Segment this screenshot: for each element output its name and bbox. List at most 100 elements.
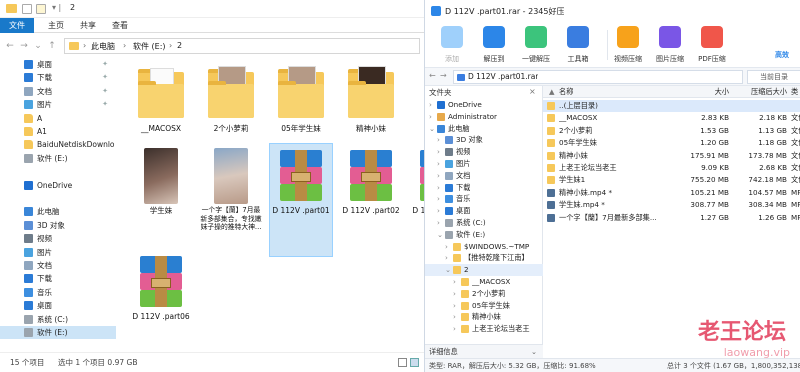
pin-icon[interactable]: ✦ xyxy=(102,71,108,84)
toolbar-button[interactable]: 视频压缩 xyxy=(607,24,649,66)
large-icons-view-icon[interactable] xyxy=(410,358,419,367)
expand-arrow-icon[interactable]: › xyxy=(429,99,432,111)
table-row[interactable]: ..(上层目录) xyxy=(543,100,800,113)
nav-item[interactable]: 视频 xyxy=(0,232,116,245)
breadcrumb-this-pc[interactable]: 此电脑 xyxy=(91,41,115,52)
nav-item[interactable]: 文档 ✦ xyxy=(0,85,116,98)
expand-arrow-icon[interactable]: › xyxy=(437,158,440,170)
expand-arrow-icon[interactable]: › xyxy=(453,300,456,312)
expand-arrow-icon[interactable]: ⌄ xyxy=(437,229,443,241)
forward-arrow-icon[interactable]: → xyxy=(18,40,30,52)
tab-share[interactable]: 共享 xyxy=(76,18,100,33)
nav-item[interactable]: 桌面 ✦ xyxy=(0,58,116,71)
recent-dropdown-icon[interactable]: ⌄ xyxy=(32,40,44,52)
expand-arrow-icon[interactable]: › xyxy=(437,193,440,205)
file-item[interactable]: 一个字【蘭】7月最新多部集合，专找嫩妹子操的推特大神... xyxy=(200,144,262,256)
file-item[interactable]: D 112V .part01 xyxy=(269,143,333,257)
back-arrow-icon[interactable]: ← xyxy=(4,40,16,52)
nav-item[interactable]: 下载 ✦ xyxy=(0,71,116,84)
nav-item[interactable]: 软件 (E:) xyxy=(0,326,116,339)
new-folder-quick-icon[interactable] xyxy=(36,4,46,14)
pin-icon[interactable]: ✦ xyxy=(102,98,108,111)
tree-item[interactable]: › $WINDOWS.~TMP xyxy=(425,241,543,253)
toolbar-button[interactable]: 图片压缩 xyxy=(649,24,691,66)
back-arrow-icon[interactable]: ← xyxy=(429,71,436,80)
tree-item[interactable]: › 视频 xyxy=(425,146,543,158)
toolbar-button[interactable]: 添加 xyxy=(431,24,473,66)
expand-arrow-icon[interactable]: › xyxy=(445,252,448,264)
column-type[interactable]: 类 xyxy=(791,86,798,98)
tab-file[interactable]: 文件 xyxy=(0,18,34,33)
tree-item[interactable]: › 05年学生妹 xyxy=(425,300,543,312)
nav-item[interactable]: 图片 ✦ xyxy=(0,98,116,111)
tree-item[interactable]: › 2个小萝莉 xyxy=(425,288,543,300)
expand-arrow-icon[interactable]: › xyxy=(453,323,456,335)
breadcrumb-current[interactable]: 2 xyxy=(177,41,182,50)
nav-item[interactable]: OneDrive xyxy=(0,179,116,192)
nav-item[interactable]: 音乐 xyxy=(0,286,116,299)
tree-item[interactable]: › 精神小妹 xyxy=(425,311,543,323)
table-row[interactable]: 一个字【蘭】7月最新多部集... 1.27 GB 1.26 GB MP4 xyxy=(543,212,800,224)
tree-item[interactable]: › OneDrive xyxy=(425,99,543,111)
expand-arrow-icon[interactable]: › xyxy=(437,217,440,229)
tree-item[interactable]: › 图片 xyxy=(425,158,543,170)
details-panel-header[interactable]: 详细信息 ⌄ xyxy=(425,344,543,358)
tree-item[interactable]: › 系统 (C:) xyxy=(425,217,543,229)
table-row[interactable]: 精神小妹 175.91 MB 173.78 MB 文件 xyxy=(543,150,800,162)
file-item[interactable]: D 112V .part02 xyxy=(340,144,402,256)
close-icon[interactable]: × xyxy=(529,87,536,96)
table-row[interactable]: __MACOSX 2.83 KB 2.18 KB 文件 xyxy=(543,112,800,124)
tree-item[interactable]: › 桌面 xyxy=(425,205,543,217)
breadcrumb-drive[interactable]: 软件 (E:) xyxy=(133,41,166,52)
tree-item[interactable]: ⌄ 2 xyxy=(425,264,543,276)
column-packed[interactable]: 压缩后大小 xyxy=(739,86,787,98)
toolbar-button[interactable]: 解压到 xyxy=(473,24,515,66)
expand-arrow-icon[interactable]: › xyxy=(445,241,448,253)
nav-item[interactable]: A1 xyxy=(0,125,116,138)
details-view-icon[interactable] xyxy=(398,358,407,367)
properties-quick-icon[interactable] xyxy=(22,4,32,14)
expand-arrow-icon[interactable]: › xyxy=(437,134,440,146)
toolbar-button[interactable]: PDF压缩 xyxy=(691,24,733,66)
tree-item[interactable]: › 音乐 xyxy=(425,193,543,205)
table-row[interactable]: 学生妹1 755.20 MB 742.18 MB 文件 xyxy=(543,174,800,186)
quick-access-dropdown-icon[interactable]: ▾ | xyxy=(52,3,61,12)
nav-item[interactable]: A xyxy=(0,112,116,125)
nav-item[interactable]: 下载 xyxy=(0,272,116,285)
table-row[interactable]: 05年学生妹 1.20 GB 1.18 GB 文件 xyxy=(543,137,800,149)
file-item[interactable]: 学生妹 xyxy=(130,144,192,256)
expand-arrow-icon[interactable]: ⌄ xyxy=(445,264,451,276)
expand-arrow-icon[interactable]: ⌄ xyxy=(429,123,435,135)
tab-home[interactable]: 主页 xyxy=(44,18,68,33)
expand-arrow-icon[interactable]: › xyxy=(429,111,432,123)
expand-arrow-icon[interactable]: › xyxy=(437,205,440,217)
tree-item[interactable]: › 3D 对象 xyxy=(425,134,543,146)
tree-item[interactable]: › 下载 xyxy=(425,182,543,194)
toolbar-button[interactable]: 一键解压 xyxy=(515,24,557,66)
nav-item[interactable]: 软件 (E:) xyxy=(0,152,116,165)
nav-item[interactable]: BaiduNetdiskDownlo xyxy=(0,138,116,151)
address-input[interactable]: › 此电脑 › 软件 (E:) › 2 xyxy=(64,38,420,54)
column-name[interactable]: 名称 xyxy=(559,86,573,98)
tree-item[interactable]: ⌄ 软件 (E:) xyxy=(425,229,543,241)
search-input[interactable]: 当前目录 xyxy=(747,70,800,84)
tree-item[interactable]: › 文档 xyxy=(425,170,543,182)
archive-path-input[interactable]: D 112V .part01.rar xyxy=(453,70,743,84)
nav-item[interactable]: 图片 xyxy=(0,246,116,259)
forward-arrow-icon[interactable]: → xyxy=(440,71,447,80)
pin-icon[interactable]: ✦ xyxy=(102,58,108,71)
expand-arrow-icon[interactable]: › xyxy=(437,146,440,158)
toolbar-button[interactable]: 工具箱 xyxy=(557,24,599,66)
expand-arrow-icon[interactable]: › xyxy=(453,276,456,288)
expand-arrow-icon[interactable]: › xyxy=(437,182,440,194)
table-row[interactable]: 2个小萝莉 1.53 GB 1.13 GB 文件 xyxy=(543,125,800,137)
tab-view[interactable]: 查看 xyxy=(108,18,132,33)
expand-arrow-icon[interactable]: › xyxy=(453,288,456,300)
tree-item[interactable]: › 【推特乾隆下江南】 xyxy=(425,252,543,264)
tree-item[interactable]: ⌄ 此电脑 xyxy=(425,123,543,135)
nav-item[interactable]: 3D 对象 xyxy=(0,219,116,232)
expand-arrow-icon[interactable]: › xyxy=(437,170,440,182)
file-item[interactable]: D 112V .part06 xyxy=(130,250,192,362)
pin-icon[interactable]: ✦ xyxy=(102,85,108,98)
table-row[interactable]: 学生妹.mp4 * 308.77 MB 308.34 MB MP4 xyxy=(543,199,800,211)
